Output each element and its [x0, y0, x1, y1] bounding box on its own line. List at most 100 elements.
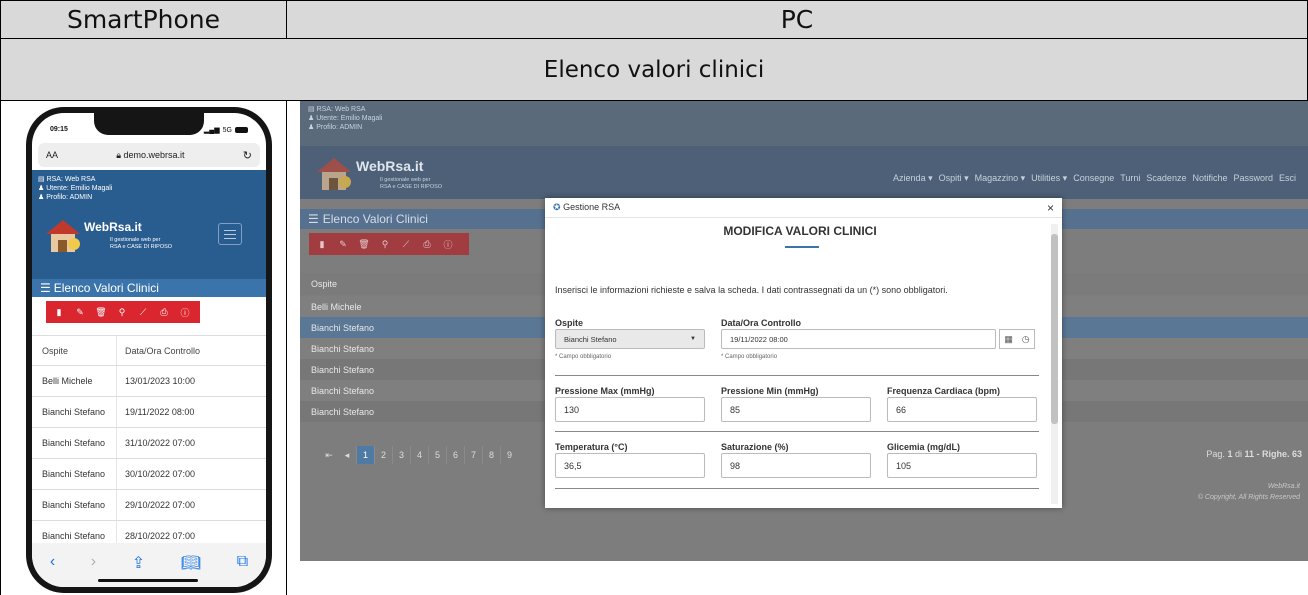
url-text: 🔒︎ demo.webrsa.it — [116, 149, 185, 160]
app-icon: ✪ — [553, 202, 561, 212]
table-row[interactable]: Bianchi Stefano 30/10/2022 07:00 — [32, 458, 266, 489]
phone-screen: 09:15 ▂▄▆ 5G AA 🔒︎ demo.webrsa.it ↻ ▤ RS… — [32, 113, 266, 587]
row-ospite: Bianchi Stefano — [311, 406, 375, 417]
row-ospite: Bianchi Stefano — [311, 343, 375, 354]
page-button[interactable]: 2 — [374, 446, 392, 464]
chart-icon[interactable]: ⟋ — [138, 307, 148, 317]
page-title: ☰ Elenco Valori Clinici — [32, 279, 266, 297]
modal-scrollbar-thumb[interactable] — [1051, 234, 1058, 424]
tabs-icon[interactable]: ⧉ — [237, 553, 248, 571]
back-icon[interactable]: ‹ — [50, 553, 55, 571]
page-button[interactable]: 4 — [410, 446, 428, 464]
table-row[interactable]: Bianchi Stefano 19/11/2022 08:00 — [32, 396, 266, 427]
close-icon[interactable]: × — [1047, 201, 1054, 215]
delete-icon[interactable]: 🗑︎ — [358, 239, 369, 249]
chart-icon[interactable]: ⟋ — [401, 239, 411, 249]
page-button[interactable]: 1 — [356, 446, 374, 464]
user-line: ♟ Utente: Emilio Magali — [38, 185, 113, 192]
separator — [555, 488, 1039, 489]
search-icon[interactable]: ⚲ — [380, 239, 390, 249]
table-row[interactable]: Belli Michele 13/01/2023 10:00 — [32, 365, 266, 396]
menu-item[interactable]: Notifiche — [1192, 173, 1227, 184]
section-title: Elenco valori clinici — [0, 38, 1308, 101]
first-page-icon[interactable]: ⇤ — [320, 450, 338, 461]
print-icon[interactable]: ⎙ — [159, 307, 169, 317]
modal-title: MODIFICA VALORI CLINICI — [723, 224, 877, 238]
menu-item[interactable]: Magazzino ▾ — [975, 173, 1026, 184]
menu-item[interactable]: Esci — [1279, 173, 1296, 184]
reload-icon[interactable]: ↻ — [243, 149, 252, 162]
gli-input[interactable]: 105 — [887, 453, 1037, 478]
info-icon[interactable]: ⓘ — [180, 307, 190, 318]
new-icon[interactable]: ▮ — [317, 239, 327, 249]
calendar-icon[interactable]: ▦ — [1004, 334, 1013, 345]
temp-input[interactable]: 36,5 — [555, 453, 705, 478]
safari-address-bar[interactable]: AA 🔒︎ demo.webrsa.it ↻ — [38, 143, 260, 167]
list-icon: ☰ — [40, 281, 51, 295]
row-ospite: Belli Michele — [42, 376, 93, 386]
menu-item[interactable]: Azienda ▾ — [893, 173, 933, 184]
page-button[interactable]: 7 — [464, 446, 482, 464]
row-data: 13/01/2023 10:00 — [116, 366, 266, 396]
page-button[interactable]: 6 — [446, 446, 464, 464]
modal-intro: Inserisci le informazioni richieste e sa… — [555, 285, 948, 295]
pmax-label: Pressione Max (mmHg) — [555, 386, 655, 396]
row-ospite: Bianchi Stefano — [42, 500, 106, 510]
modal-titlebar: ✪ Gestione RSA × — [545, 198, 1062, 218]
menu-item[interactable]: Password — [1233, 173, 1273, 184]
delete-icon[interactable]: 🗑︎ — [95, 307, 106, 317]
page-button[interactable]: 8 — [482, 446, 500, 464]
sat-label: Saturazione (%) — [721, 442, 789, 452]
table-row[interactable]: Bianchi Stefano 29/10/2022 07:00 — [32, 489, 266, 520]
user-info: ▤ RSA: Web RSA ♟ Utente: Emilio Magali ♟… — [38, 175, 112, 202]
print-icon[interactable]: ⎙ — [422, 239, 432, 249]
header-smartphone: SmartPhone — [0, 0, 287, 39]
data-input[interactable]: 19/11/2022 08:00 — [721, 329, 996, 349]
search-icon[interactable]: ⚲ — [117, 307, 127, 317]
data-label: Data/Ora Controllo — [721, 318, 802, 328]
share-icon[interactable]: ⇪ — [132, 553, 145, 573]
title-underline — [785, 246, 819, 248]
page-button[interactable]: 9 — [500, 446, 518, 464]
text-size-button[interactable]: AA — [46, 150, 58, 160]
logo-house-icon — [44, 216, 82, 252]
menu-item[interactable]: Ospiti ▾ — [939, 173, 969, 184]
prev-page-icon[interactable]: ◂ — [338, 450, 356, 461]
pmax-input[interactable]: 130 — [555, 397, 705, 422]
smartphone-frame: 09:15 ▂▄▆ 5G AA 🔒︎ demo.webrsa.it ↻ ▤ RS… — [26, 107, 272, 593]
clock-icon[interactable]: ◷ — [1022, 334, 1030, 345]
row-data: 31/10/2022 07:00 — [116, 428, 266, 458]
info-icon[interactable]: ⓘ — [443, 239, 453, 250]
fc-input[interactable]: 66 — [887, 397, 1037, 422]
bookmarks-icon[interactable]: 📖︎ — [181, 553, 201, 573]
pc-footer: WebRsa.it © Copyright, All Rights Reserve… — [1197, 483, 1300, 501]
sat-input[interactable]: 98 — [721, 453, 871, 478]
new-icon[interactable]: ▮ — [54, 307, 64, 317]
row-ospite: Bianchi Stefano — [311, 385, 375, 396]
column-divider — [286, 100, 287, 595]
phone-table-header: Ospite Data/Ora Controllo — [32, 335, 266, 365]
row-ospite: Bianchi Stefano — [42, 438, 106, 448]
logo-title: WebRsa.it — [84, 220, 142, 234]
page-button[interactable]: 5 — [428, 446, 446, 464]
row-ospite: Bianchi Stefano — [311, 364, 375, 375]
hamburger-menu-button[interactable] — [218, 223, 242, 245]
logo-house-icon — [314, 154, 354, 192]
edit-icon[interactable]: ✎ — [75, 307, 85, 317]
ospite-select[interactable]: Bianchi Stefano ▼ — [555, 329, 705, 349]
status-indicators: ▂▄▆ 5G — [204, 126, 248, 134]
row-data: 29/10/2022 07:00 — [116, 490, 266, 520]
data-hint: * Campo obbligatorio — [721, 354, 778, 360]
menu-item[interactable]: Consegne — [1073, 173, 1114, 184]
edit-icon[interactable]: ✎ — [338, 239, 348, 249]
menu-item[interactable]: Scadenze — [1146, 173, 1186, 184]
forward-icon[interactable]: › — [91, 553, 96, 571]
row-ospite: Bianchi Stefano — [42, 407, 106, 417]
menu-item[interactable]: Turni — [1120, 173, 1140, 184]
menu-item[interactable]: Utilities ▾ — [1031, 173, 1067, 184]
pmin-input[interactable]: 85 — [721, 397, 871, 422]
table-row[interactable]: Bianchi Stefano 31/10/2022 07:00 — [32, 427, 266, 458]
ospite-hint: * Campo obbligatorio — [555, 354, 612, 360]
page-button[interactable]: 3 — [392, 446, 410, 464]
app-header: ▤ RSA: Web RSA ♟ Utente: Emilio Magali ♟… — [32, 170, 266, 280]
